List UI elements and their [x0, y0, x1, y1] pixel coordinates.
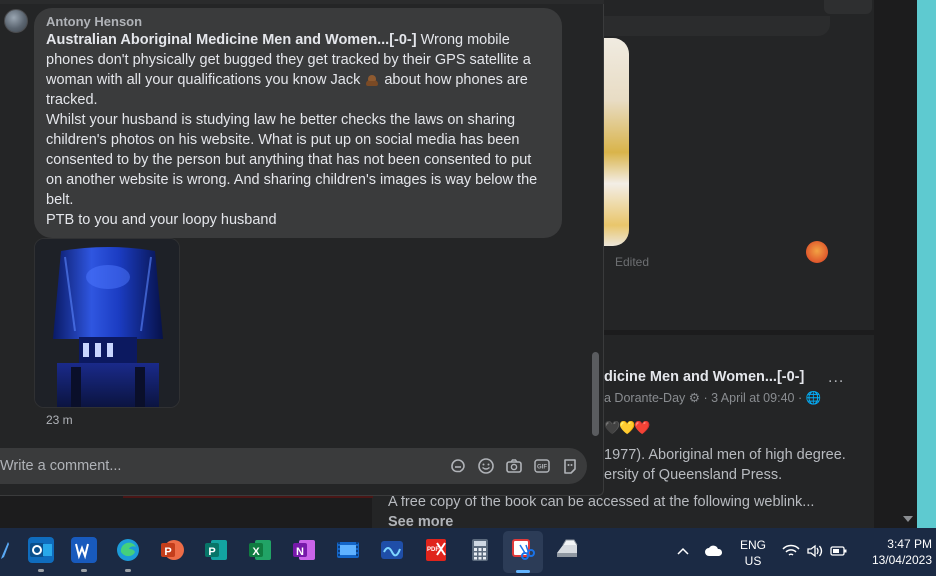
- language-code: ENG: [739, 538, 766, 552]
- pen-icon[interactable]: [0, 541, 10, 559]
- comment-bubble: Antony Henson Australian Aboriginal Medi…: [34, 8, 562, 238]
- clock-time: 3:47 PM: [887, 537, 932, 551]
- svg-text:P: P: [164, 546, 171, 558]
- edge-icon[interactable]: [115, 537, 141, 563]
- whiteboard-icon[interactable]: [379, 537, 405, 563]
- post-options-button[interactable]: ...: [828, 369, 844, 387]
- background-post-text: ersity of Queensland Press.: [604, 467, 783, 483]
- avatar-sticker-icon[interactable]: [561, 457, 579, 475]
- svg-text:GIF: GIF: [537, 465, 547, 471]
- svg-text:PDF: PDF: [427, 547, 439, 553]
- svg-text:X: X: [252, 546, 260, 558]
- panel-scrollbar-thumb[interactable]: [592, 352, 599, 436]
- comment-author[interactable]: Antony Henson: [46, 14, 550, 30]
- edited-label: Edited: [615, 255, 650, 269]
- scroll-down-arrow-icon[interactable]: [903, 516, 913, 522]
- snipping-tool-icon[interactable]: [510, 537, 536, 563]
- panel-top-divider: [0, 0, 604, 4]
- region-code: US: [744, 554, 762, 568]
- comment-image[interactable]: [34, 238, 180, 408]
- onenote-icon[interactable]: N: [291, 537, 317, 563]
- page-scrollbar[interactable]: [901, 0, 917, 528]
- word-icon[interactable]: [71, 537, 97, 563]
- powerpoint-icon[interactable]: P: [159, 537, 185, 563]
- poop-emoji-icon: [364, 72, 380, 86]
- comments-panel: Antony Henson Australian Aboriginal Medi…: [0, 0, 604, 496]
- hearts-emoji: 🖤💛❤️: [604, 420, 651, 435]
- chevron-up-icon[interactable]: [676, 546, 690, 556]
- emoji-icon[interactable]: [477, 457, 495, 475]
- background-post-text: A free copy of the book can be accessed …: [388, 494, 815, 510]
- wifi-icon[interactable]: [782, 544, 800, 558]
- excel-icon[interactable]: X: [247, 537, 273, 563]
- desktop-edge: [917, 0, 936, 528]
- angry-reaction-icon: [806, 241, 828, 263]
- app-active-indicator: [516, 570, 530, 573]
- clock[interactable]: 3:47 PM 13/04/2023: [858, 536, 932, 568]
- battery-icon[interactable]: [830, 545, 848, 557]
- background-post-title[interactable]: dicine Men and Women...[-0-]: [604, 369, 804, 385]
- comment-text: Australian Aboriginal Medicine Men and W…: [46, 30, 550, 230]
- scanner-icon[interactable]: [554, 537, 580, 563]
- language-indicator[interactable]: ENG US: [736, 537, 770, 569]
- svg-text:N: N: [296, 546, 304, 558]
- comment-input[interactable]: [0, 449, 440, 483]
- app-running-indicator: [81, 569, 87, 572]
- gif-icon[interactable]: GIF: [533, 457, 551, 475]
- pdf-icon[interactable]: PDF: [423, 537, 449, 563]
- clock-date: 13/04/2023: [871, 553, 932, 567]
- sticker-icon[interactable]: [449, 457, 467, 475]
- app-running-indicator: [125, 569, 131, 572]
- publisher-icon[interactable]: P: [203, 537, 229, 563]
- background-chip: [824, 0, 872, 14]
- comment-paragraph: Whilst your husband is studying law he b…: [46, 112, 538, 208]
- comment-tag[interactable]: Australian Aboriginal Medicine Men and W…: [46, 32, 417, 48]
- comment-paragraph: PTB to you and your loopy husband: [46, 212, 277, 228]
- volume-icon[interactable]: [806, 544, 824, 558]
- outlook-icon[interactable]: [28, 537, 54, 563]
- background-post-card: [604, 0, 874, 330]
- app-running-indicator: [38, 569, 44, 572]
- avatar[interactable]: [4, 9, 28, 33]
- blue-siren-image: [35, 239, 179, 407]
- calculator-icon[interactable]: [467, 537, 493, 563]
- background-comment-bar: [604, 16, 830, 36]
- video-editor-icon[interactable]: [335, 537, 361, 563]
- svg-text:P: P: [208, 546, 215, 558]
- comment-timestamp[interactable]: 23 m: [46, 413, 73, 427]
- background-post-text: 1977). Aboriginal men of high degree.: [604, 447, 846, 463]
- see-more-link[interactable]: See more: [388, 514, 453, 528]
- background-post-meta: a Dorante-Day ⚙ · 3 April at 09:40 · 🌐: [604, 391, 822, 405]
- onedrive-icon[interactable]: [704, 545, 724, 557]
- camera-icon[interactable]: [505, 457, 523, 475]
